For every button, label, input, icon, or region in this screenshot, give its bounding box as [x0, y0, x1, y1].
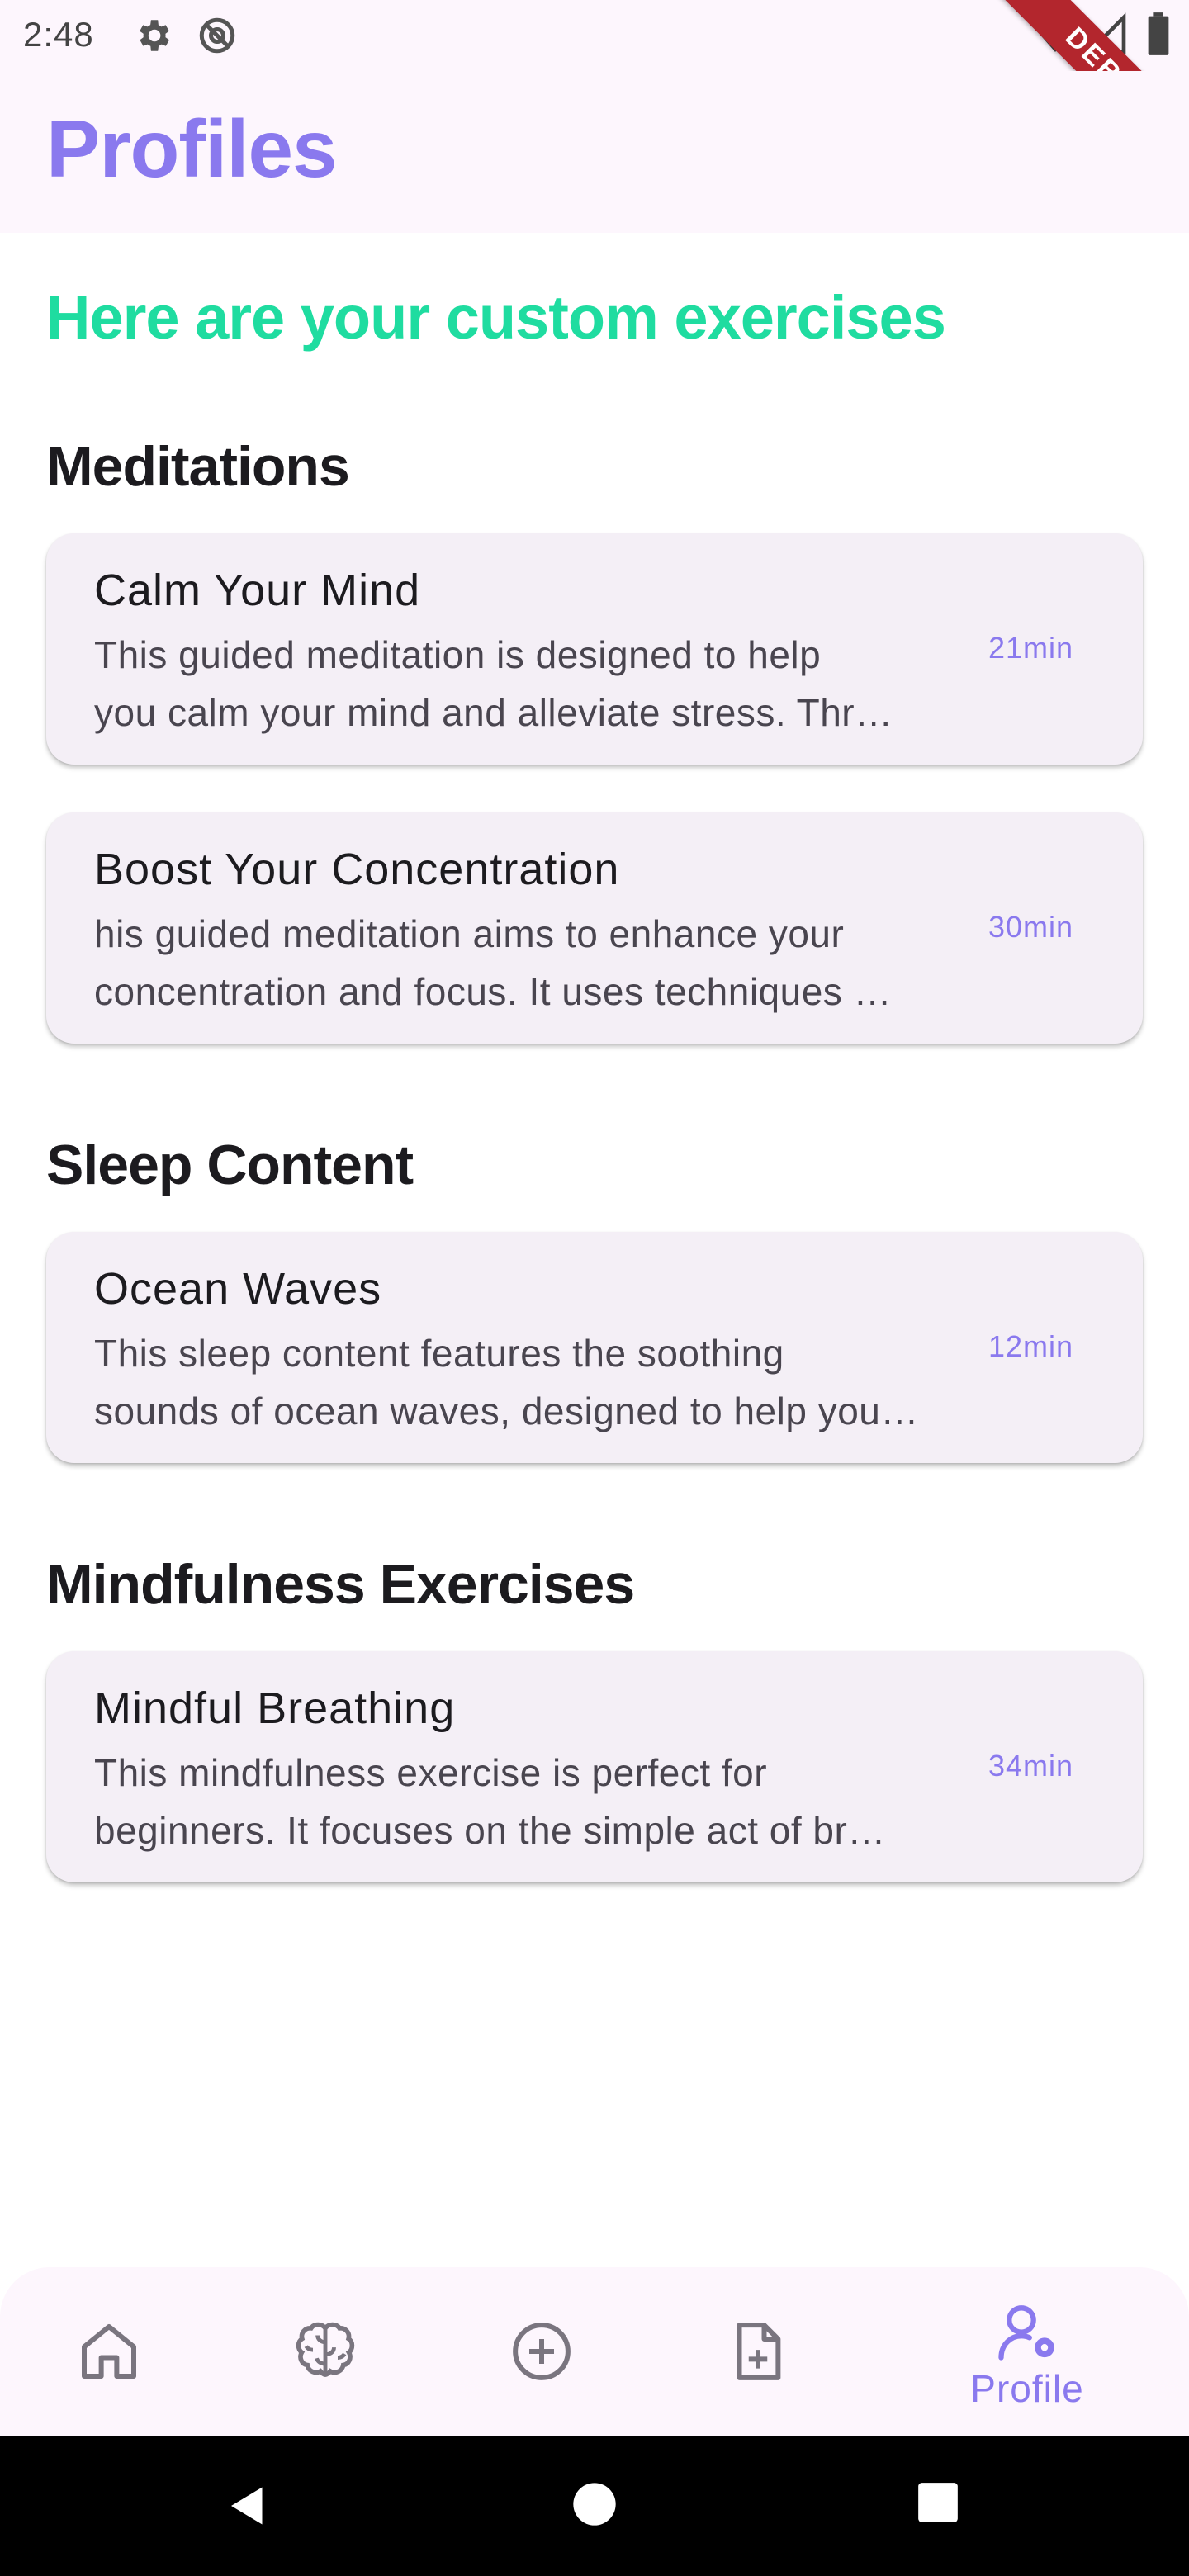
add-file-icon [737, 2323, 781, 2380]
card-title: Ocean Waves [94, 1264, 382, 1314]
status-bar: 2:48 [0, 0, 1189, 71]
nav-item-add[interactable] [459, 2267, 624, 2436]
home-circle-icon[interactable] [571, 2481, 618, 2527]
card-description-line: sounds of ocean waves, designed to help … [94, 1390, 919, 1432]
section-title-sleep-content: Sleep Content [46, 1134, 414, 1196]
exercise-card[interactable]: Mindful Breathing This mindfulness exerc… [46, 1651, 1143, 1882]
bottom-navigation: Profile [0, 2267, 1189, 2436]
card-description-line: This mindfulness exercise is perfect for [94, 1751, 768, 1794]
card-description: This guided meditation is designed to he… [94, 626, 953, 741]
nav-item-add-file[interactable] [675, 2267, 841, 2436]
gear-icon [140, 20, 169, 51]
back-icon[interactable] [223, 2481, 272, 2531]
brain-icon [296, 2322, 355, 2377]
card-duration: 34min [988, 1749, 1073, 1783]
card-description: his guided meditation aims to enhance yo… [94, 905, 953, 1020]
nav-item-brain[interactable] [243, 2267, 408, 2436]
app-bar: Profiles [0, 71, 1189, 233]
status-time: 2:48 [23, 15, 94, 54]
recents-icon[interactable] [917, 2481, 959, 2524]
home-icon [82, 2324, 136, 2379]
profile-settings-icon [998, 2305, 1054, 2361]
nav-label-profile: Profile [970, 2367, 1084, 2410]
exercise-card[interactable]: Calm Your Mind This guided meditation is… [46, 533, 1143, 765]
card-description-line: This guided meditation is designed to he… [94, 633, 822, 676]
card-duration: 21min [988, 631, 1073, 665]
card-description-line: concentration and focus. It uses techniq… [94, 970, 893, 1013]
card-title: Boost Your Concentration [94, 845, 620, 894]
exercise-card[interactable]: Boost Your Concentration his guided medi… [46, 812, 1143, 1044]
card-title: Mindful Breathing [94, 1683, 456, 1733]
exercise-card[interactable]: Ocean Waves This sleep content features … [46, 1232, 1143, 1463]
page-title: Profiles [46, 103, 337, 194]
card-duration: 12min [988, 1329, 1073, 1363]
at-sign-icon [199, 17, 235, 54]
headline: Here are your custom exercises [46, 283, 946, 352]
card-description-line: you calm your mind and alleviate stress.… [94, 691, 893, 734]
card-description-line: This sleep content features the soothing [94, 1332, 784, 1375]
card-description: This mindfulness exercise is perfect for… [94, 1744, 953, 1859]
card-description-line: his guided meditation aims to enhance yo… [94, 912, 845, 955]
card-duration: 30min [988, 910, 1073, 944]
nav-item-profile[interactable]: Profile [945, 2267, 1110, 2436]
battery-icon [1148, 12, 1169, 55]
section-title-meditations: Meditations [46, 435, 350, 498]
nav-item-home[interactable] [26, 2267, 192, 2436]
card-description: This sleep content features the soothing… [94, 1324, 953, 1440]
card-description-line: beginners. It focuses on the simple act … [94, 1809, 886, 1852]
system-navigation-bar [0, 2436, 1189, 2576]
section-title-mindfulness-exercises: Mindfulness Exercises [46, 1553, 635, 1616]
add-circle-icon [513, 2323, 571, 2380]
card-title: Calm Your Mind [94, 566, 421, 615]
